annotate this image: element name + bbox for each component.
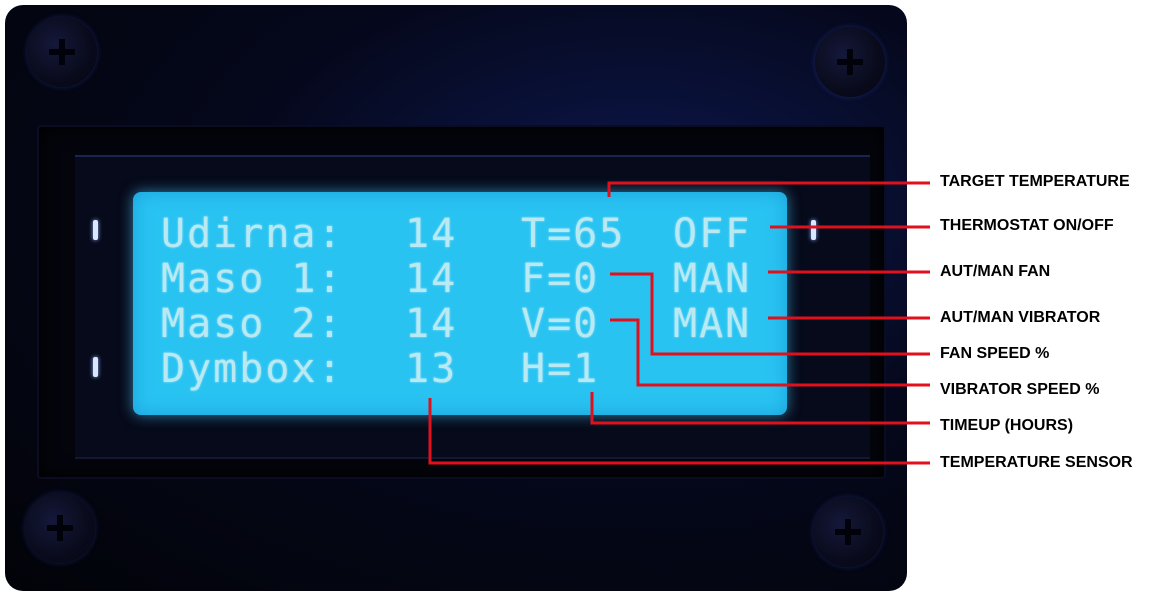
- callout-aut-man-vibrator: AUT/MAN VIBRATOR: [940, 309, 1101, 326]
- lcd-fan-mode: MAN: [673, 256, 752, 302]
- lcd-row-label: Maso 2:: [161, 301, 344, 347]
- callout-timeup: TIMEUP (HOURS): [940, 417, 1074, 434]
- lcd-timeup: H=1: [521, 346, 600, 392]
- lcd-row-value: 14: [405, 256, 458, 302]
- lcd-row-value: 14: [405, 211, 458, 257]
- lcd-thermostat-state: OFF: [673, 211, 752, 257]
- lcd-vibrator-mode: MAN: [673, 301, 752, 347]
- device-photo: Udirna: 14 T=65 OFF Maso 1: 14 F=0 MAN M…: [5, 5, 907, 591]
- screw-bottom-right-icon: [813, 497, 883, 567]
- lcd-display: Udirna: 14 T=65 OFF Maso 1: 14 F=0 MAN M…: [133, 192, 787, 415]
- callout-fan-speed: FAN SPEED %: [940, 345, 1050, 362]
- screw-bottom-left-icon: [25, 493, 95, 563]
- lcd-vibrator-speed: V=0: [521, 301, 600, 347]
- lcd-pin: [811, 220, 816, 240]
- lcd-row-label: Maso 1:: [161, 256, 344, 302]
- callout-temperature-sensor: TEMPERATURE SENSOR: [940, 454, 1133, 471]
- callout-thermostat: THERMOSTAT ON/OFF: [940, 217, 1114, 234]
- lcd-target-temperature: T=65: [521, 211, 626, 257]
- screw-top-left-icon: [27, 17, 97, 87]
- callout-target-temperature: TARGET TEMPERATURE: [940, 173, 1130, 190]
- lcd-fan-speed: F=0: [521, 256, 600, 302]
- lcd-pin: [93, 357, 98, 377]
- lcd-row-label: Udirna:: [161, 211, 344, 257]
- lcd-temperature-value: 13: [405, 346, 458, 392]
- callout-aut-man-fan: AUT/MAN FAN: [940, 263, 1051, 280]
- lcd-row-value: 14: [405, 301, 458, 347]
- lcd-row-label: Dymbox:: [161, 346, 344, 392]
- callout-vibrator-speed: VIBRATOR SPEED %: [940, 381, 1100, 398]
- lcd-pin: [93, 220, 98, 240]
- screw-top-right-icon: [815, 27, 885, 97]
